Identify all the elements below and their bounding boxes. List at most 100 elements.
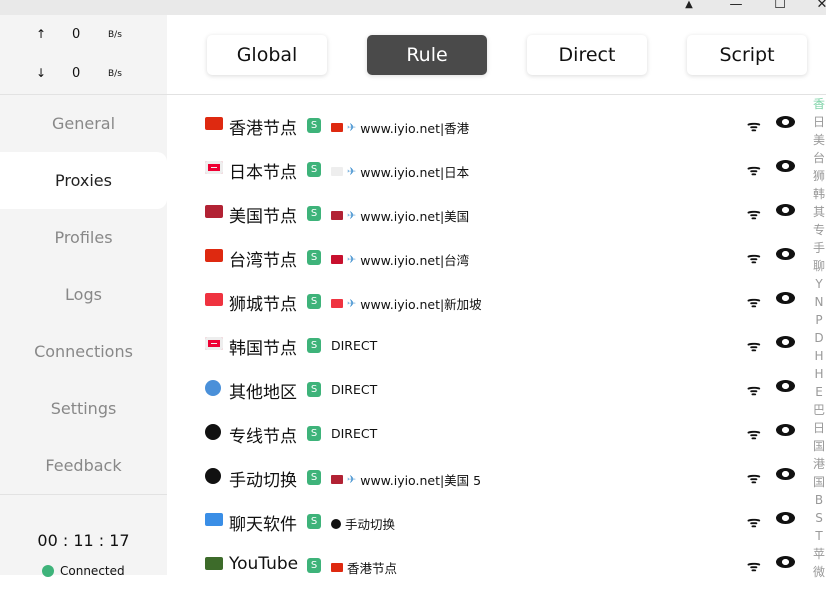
nav-item-proxies[interactable]: Proxies	[0, 152, 167, 209]
index-letter[interactable]: P	[812, 311, 826, 329]
selected-proxy: DIRECT	[331, 426, 378, 441]
index-letter[interactable]: H	[812, 365, 826, 383]
group-name: 手动切换	[229, 471, 297, 491]
connection-label: Connected	[60, 564, 125, 578]
nav-item-logs[interactable]: Logs	[0, 266, 167, 323]
index-letter[interactable]: 狮	[812, 167, 826, 185]
nav-item-general[interactable]: General	[0, 95, 167, 152]
status-panel: 00 : 11 : 17 Connected	[0, 494, 167, 578]
wifi-icon[interactable]: ᯤ	[747, 204, 761, 224]
wifi-icon[interactable]: ᯤ	[747, 248, 761, 268]
selected-proxy: 香港节点	[347, 561, 398, 576]
selected-proxy: www.iyio.net|新加坡	[360, 297, 482, 312]
eye-icon[interactable]	[776, 160, 795, 172]
index-letter[interactable]: 日	[812, 113, 826, 131]
index-letter[interactable]: 美	[812, 131, 826, 149]
flag-hk-icon	[331, 123, 343, 132]
mode-script-button[interactable]: Script	[687, 35, 807, 75]
eye-icon[interactable]	[776, 116, 795, 128]
selected-proxy-info: 香港节点	[331, 558, 397, 577]
sidebar: ↑ 0 B/s ↓ 0 B/s General Proxies Profiles Lo…	[0, 15, 167, 578]
index-letter[interactable]: Y	[812, 275, 826, 293]
airplane-icon: ✈	[347, 209, 357, 222]
upload-unit: B/s	[108, 30, 122, 40]
wifi-icon[interactable]: ᯤ	[747, 512, 761, 532]
eye-icon[interactable]	[776, 248, 795, 260]
nav-item-feedback[interactable]: Feedback	[0, 437, 167, 494]
recycle-icon	[205, 424, 221, 440]
selected-proxy: www.iyio.net|美国 5	[360, 473, 482, 488]
wifi-icon[interactable]: ᯤ	[747, 116, 761, 136]
download-arrow-icon: ↓	[36, 66, 47, 80]
wifi-icon[interactable]: ᯤ	[747, 468, 761, 488]
wifi-icon[interactable]: ᯤ	[747, 292, 761, 312]
nav-item-connections[interactable]: Connections	[0, 323, 167, 380]
index-letter[interactable]: 韩	[812, 185, 826, 203]
mode-direct-button[interactable]: Direct	[527, 35, 647, 75]
mode-rule-button[interactable]: Rule	[367, 35, 487, 75]
eye-icon[interactable]	[776, 204, 795, 216]
airplane-icon: ✈	[347, 253, 357, 266]
index-letter[interactable]: 专	[812, 221, 826, 239]
selected-proxy: www.iyio.net|台湾	[360, 253, 470, 268]
group-type-badge: S	[307, 470, 321, 485]
alphabet-index[interactable]: 香日美台狮韩其专手聊YNPDHHE巴日国港国BST苹微	[812, 95, 826, 581]
index-letter[interactable]: 手	[812, 239, 826, 257]
selected-proxy: www.iyio.net|美国	[360, 209, 470, 224]
flag-cn-icon	[205, 249, 223, 262]
maximize-button[interactable]: ☐	[770, 0, 790, 12]
eye-icon[interactable]	[776, 292, 795, 304]
wifi-icon[interactable]: ᯤ	[747, 380, 761, 400]
flag-tw-icon	[331, 255, 343, 264]
index-letter[interactable]: S	[812, 509, 826, 527]
index-letter[interactable]: 苹	[812, 545, 826, 563]
group-name: 聊天软件	[229, 515, 297, 535]
group-name: 专线节点	[229, 427, 297, 447]
nav-item-settings[interactable]: Settings	[0, 380, 167, 437]
wifi-icon[interactable]: ᯤ	[747, 556, 761, 576]
index-letter[interactable]: 聊	[812, 257, 826, 275]
group-type-badge: S	[307, 118, 321, 133]
index-letter[interactable]: 国	[812, 473, 826, 491]
wifi-icon[interactable]: ᯤ	[747, 160, 761, 180]
index-letter[interactable]: E	[812, 383, 826, 401]
group-type-badge: S	[307, 250, 321, 265]
proxy-group-row[interactable]: YouTube S 香港节点 ᯤ	[205, 554, 805, 609]
eye-icon[interactable]	[776, 512, 795, 524]
index-letter[interactable]: 国	[812, 437, 826, 455]
eye-icon[interactable]	[776, 556, 795, 568]
status-dot-icon	[42, 565, 54, 577]
wifi-icon[interactable]: ᯤ	[747, 336, 761, 356]
close-button[interactable]: ✕	[812, 0, 826, 12]
index-letter[interactable]: 微	[812, 563, 826, 581]
index-letter[interactable]: H	[812, 347, 826, 365]
selected-proxy-info: DIRECT	[331, 338, 377, 353]
airplane-icon: ✈	[347, 165, 357, 178]
eye-icon[interactable]	[776, 468, 795, 480]
index-letter[interactable]: 巴	[812, 401, 826, 419]
upload-speed: ↑ 0 B/s	[0, 27, 167, 47]
eye-icon[interactable]	[776, 380, 795, 392]
pin-icon[interactable]: ▲	[679, 0, 699, 10]
nav-item-profiles[interactable]: Profiles	[0, 209, 167, 266]
minimize-button[interactable]: —	[726, 0, 746, 12]
index-letter[interactable]: 香	[812, 95, 826, 113]
index-letter[interactable]: 日	[812, 419, 826, 437]
group-type-badge: S	[307, 162, 321, 177]
index-letter[interactable]: N	[812, 293, 826, 311]
group-name: 其他地区	[229, 383, 297, 403]
wifi-icon[interactable]: ᯤ	[747, 424, 761, 444]
index-letter[interactable]: B	[812, 491, 826, 509]
title-bar: ▲ — ☐ ✕	[0, 0, 826, 15]
eye-icon[interactable]	[776, 424, 795, 436]
index-letter[interactable]: 台	[812, 149, 826, 167]
selected-proxy: www.iyio.net|日本	[360, 165, 470, 180]
index-letter[interactable]: 港	[812, 455, 826, 473]
eye-icon[interactable]	[776, 336, 795, 348]
index-letter[interactable]: T	[812, 527, 826, 545]
index-letter[interactable]: 其	[812, 203, 826, 221]
index-letter[interactable]: D	[812, 329, 826, 347]
upload-value: 0	[72, 27, 81, 42]
mode-global-button[interactable]: Global	[207, 35, 327, 75]
group-type-badge: S	[307, 338, 321, 353]
